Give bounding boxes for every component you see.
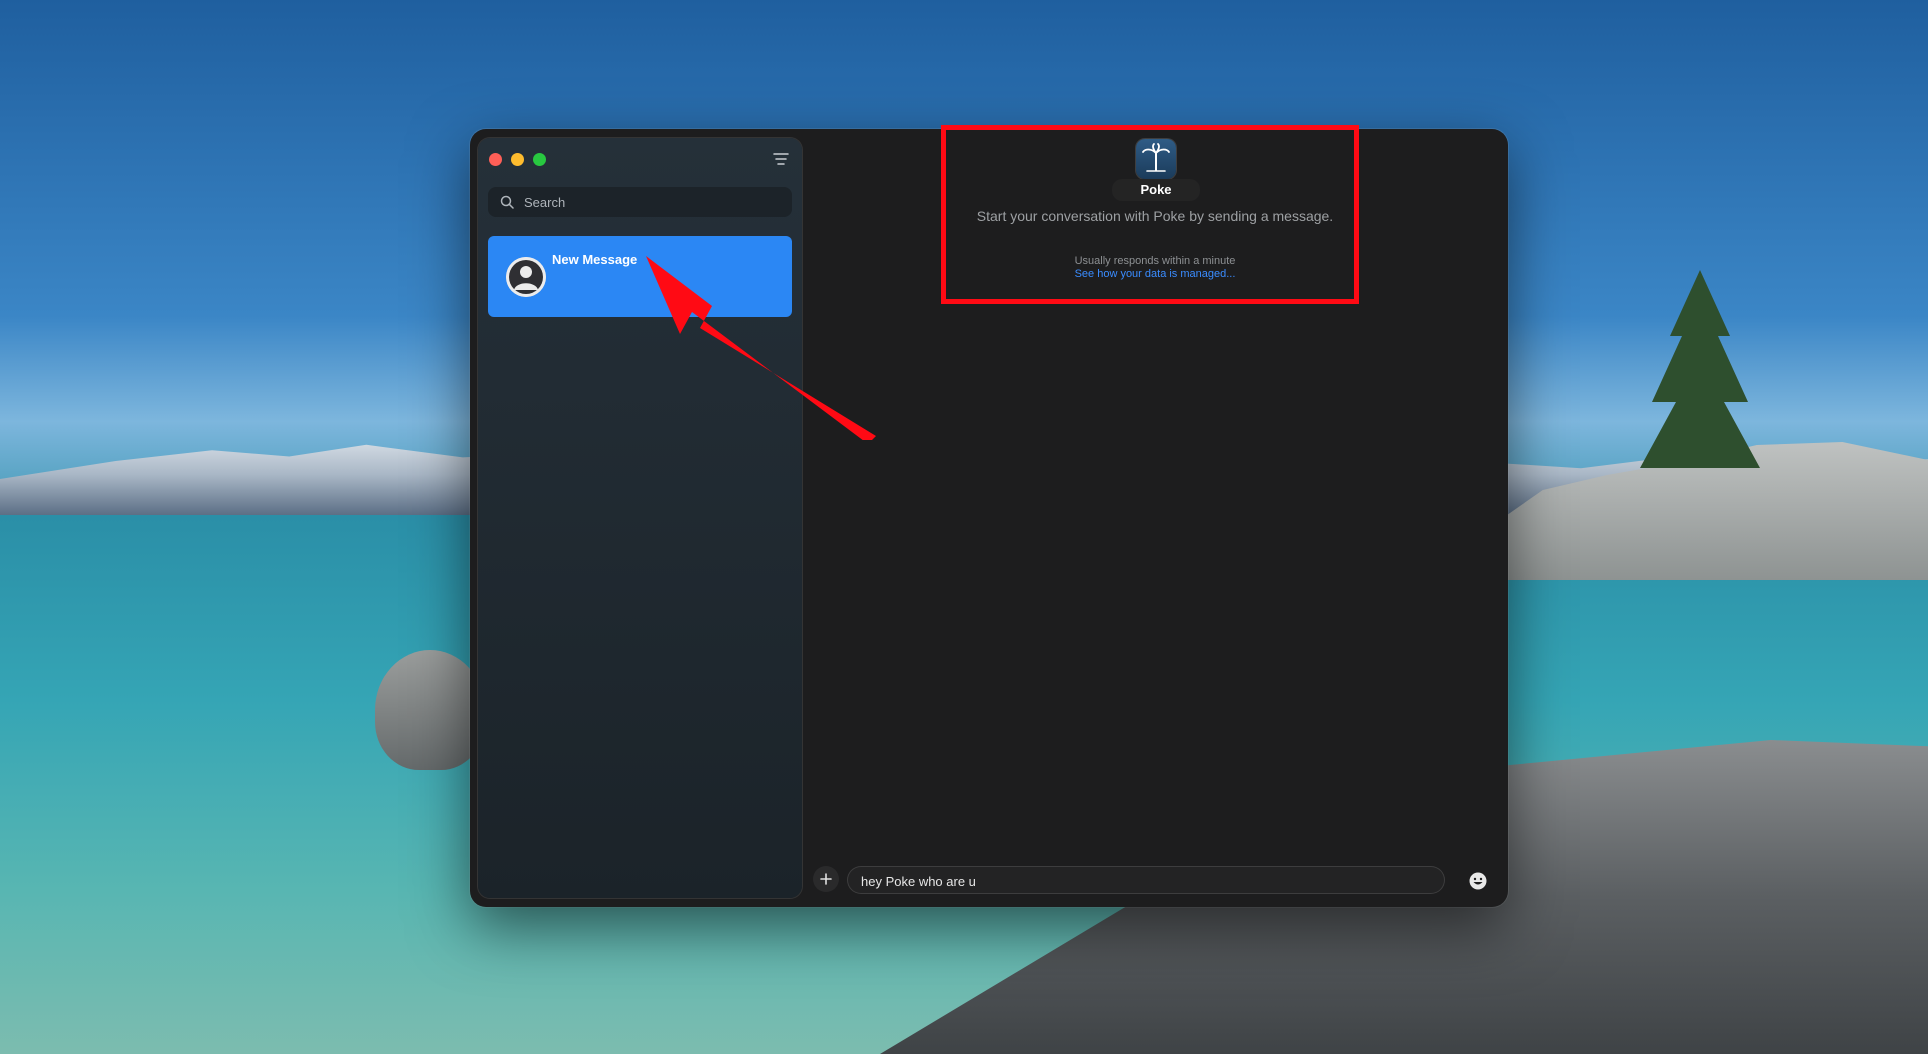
plus-icon [820,873,832,885]
wallpaper-tree [1640,270,1760,468]
search-icon [500,195,514,209]
message-field[interactable] [847,866,1445,896]
search-input[interactable] [522,193,776,211]
add-attachment-button[interactable] [813,866,839,892]
annotation-arrow [646,256,876,440]
minimize-button[interactable] [511,153,524,166]
zoom-button[interactable] [533,153,546,166]
compose-icon[interactable] [772,151,790,167]
avatar [506,257,546,297]
person-icon [506,257,546,297]
emoji-button[interactable] [1468,871,1488,891]
emoji-icon [1469,872,1487,890]
search-field[interactable] [488,187,792,217]
wallpaper-boulder [375,650,485,770]
window-controls [489,153,546,166]
message-input[interactable] [859,866,1433,896]
annotation-highlight-box [941,125,1359,304]
close-button[interactable] [489,153,502,166]
